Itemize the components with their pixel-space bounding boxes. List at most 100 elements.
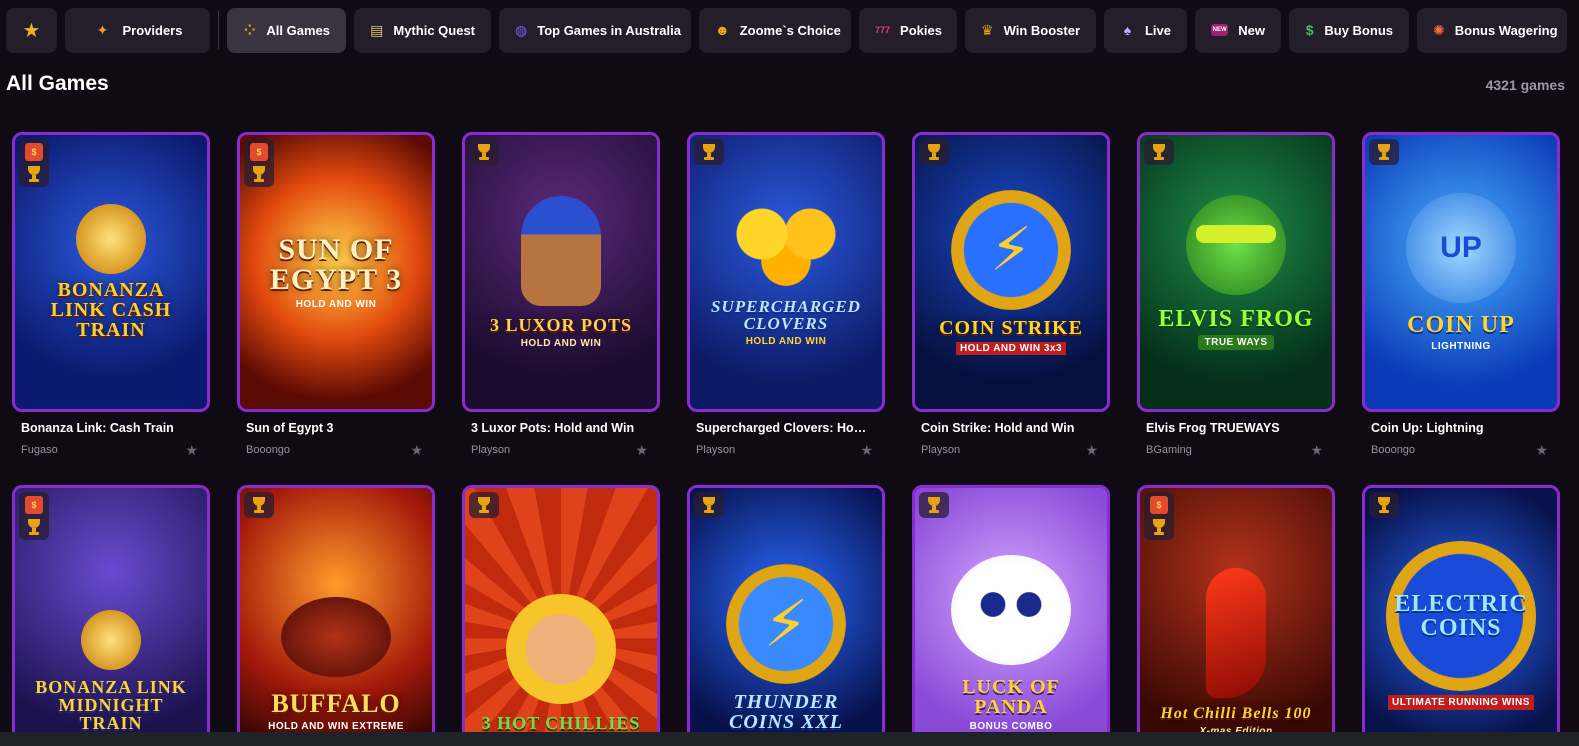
game-card[interactable]: BONANZA LINK MIDNIGHT TRAIN $ <box>12 485 210 746</box>
category-new[interactable]: NEW New <box>1195 7 1281 53</box>
trophy-icon <box>475 496 493 514</box>
game-card[interactable]: UP COIN UP LIGHTNING Coin Up: Lightning … <box>1362 132 1560 459</box>
game-card[interactable]: ⚡ THUNDER COINS XXL <box>687 485 885 746</box>
favorite-star-icon[interactable]: ★ <box>410 442 423 459</box>
game-badges <box>1369 139 1399 165</box>
game-thumbnail[interactable]: BUFFALO HOLD AND WIN EXTREME <box>237 485 435 746</box>
game-provider: Playson <box>921 444 961 456</box>
game-logo: LUCK OF PANDA <box>962 676 1060 718</box>
coin-art <box>76 204 146 274</box>
game-title[interactable]: Sun of Egypt 3 <box>237 421 417 435</box>
game-badges <box>694 139 724 165</box>
game-card[interactable]: ELECTRIC COINS ULTIMATE RUNNING WINS <box>1362 485 1560 746</box>
game-logo: SUN OF EGYPT 3 <box>269 232 403 296</box>
trophy-icon <box>925 143 943 161</box>
favorite-star-icon[interactable]: ★ <box>1085 442 1098 459</box>
game-logo-sub: HOLD AND WIN EXTREME <box>268 721 404 732</box>
coin-art <box>81 610 141 670</box>
game-card[interactable]: 3 HOT CHILLIES <box>462 485 660 746</box>
game-logo: COIN UP <box>1407 311 1515 338</box>
chilli-art <box>1206 568 1266 698</box>
game-thumbnail[interactable]: ⚡ COIN STRIKE HOLD AND WIN 3x3 <box>912 132 1110 412</box>
game-thumbnail[interactable]: LUCK OF PANDA BONUS COMBO <box>912 485 1110 746</box>
category-providers[interactable]: ✦ Providers <box>65 7 210 53</box>
scroll-icon: ▤ <box>370 21 384 38</box>
favorite-star-icon[interactable]: ★ <box>185 442 198 459</box>
game-logo: SUPERCHARGED CLOVERS <box>711 296 861 333</box>
game-thumbnail[interactable]: ELVIS FROG TRUE WAYS <box>1137 132 1335 412</box>
game-logo-sub: HOLD AND WIN <box>520 337 602 349</box>
games-count: 4321 games <box>1485 77 1565 93</box>
game-badges <box>469 139 499 165</box>
all-games-icon: ⁘ <box>243 21 256 38</box>
game-badges <box>244 492 274 518</box>
game-thumbnail[interactable]: BONANZA LINK CASH TRAIN $ <box>12 132 210 412</box>
game-card[interactable]: SUPERCHARGED CLOVERS HOLD AND WIN Superc… <box>687 132 885 459</box>
game-card[interactable]: BUFFALO HOLD AND WIN EXTREME <box>237 485 435 746</box>
category-top-australia[interactable]: ◍ Top Games in Australia <box>499 7 691 53</box>
slot-777-icon: 777 <box>875 25 891 35</box>
game-thumbnail[interactable]: ⚡ THUNDER COINS XXL <box>687 485 885 746</box>
game-title[interactable]: 3 Luxor Pots: Hold and Win <box>462 421 642 435</box>
trophy-icon <box>700 496 718 514</box>
category-buy-bonus[interactable]: $ Buy Bonus <box>1289 7 1409 53</box>
game-thumbnail[interactable]: SUN OF EGYPT 3 HOLD AND WIN $ <box>237 132 435 412</box>
game-card[interactable]: SUN OF EGYPT 3 HOLD AND WIN $ Sun of Egy… <box>237 132 435 459</box>
category-win-booster[interactable]: ♛ Win Booster <box>965 7 1096 53</box>
panda-art <box>951 555 1071 665</box>
lightning-coin-art: ⚡ <box>951 189 1071 310</box>
game-card[interactable]: LUCK OF PANDA BONUS COMBO <box>912 485 1110 746</box>
game-thumbnail[interactable]: SUPERCHARGED CLOVERS HOLD AND WIN <box>687 132 885 412</box>
trophy-icon <box>25 518 43 536</box>
bonus-icon: ✺ <box>1433 21 1445 38</box>
game-thumbnail[interactable]: UP COIN UP LIGHTNING <box>1362 132 1560 412</box>
game-badges <box>469 492 499 518</box>
favorite-star-icon[interactable]: ★ <box>1310 442 1323 459</box>
game-thumbnail[interactable]: ELECTRIC COINS ULTIMATE RUNNING WINS <box>1362 485 1560 746</box>
game-logo-sub: ULTIMATE RUNNING WINS <box>1388 694 1534 710</box>
game-card[interactable]: ⚡ COIN STRIKE HOLD AND WIN 3x3 Coin Stri… <box>912 132 1110 459</box>
game-card[interactable]: BONANZA LINK CASH TRAIN $ Bonanza Link: … <box>12 132 210 459</box>
game-card[interactable]: ELVIS FROG TRUE WAYS Elvis Frog TRUEWAYS… <box>1137 132 1335 459</box>
gift-icon: $ <box>250 143 268 161</box>
game-logo-sub: HOLD AND WIN <box>745 335 827 347</box>
category-zoomes-choice[interactable]: ☻ Zoome`s Choice <box>699 7 851 53</box>
category-live[interactable]: ♠ Live <box>1104 7 1187 53</box>
game-provider: Fugaso <box>21 444 58 456</box>
game-title[interactable]: Coin Up: Lightning <box>1362 421 1542 435</box>
category-pokies[interactable]: 777 Pokies <box>859 7 957 53</box>
game-thumbnail[interactable]: 3 LUXOR POTS HOLD AND WIN <box>462 132 660 412</box>
game-thumbnail[interactable]: 3 HOT CHILLIES <box>462 485 660 746</box>
trophy-icon: ♛ <box>981 21 994 38</box>
game-title[interactable]: Supercharged Clovers: Hold ... <box>687 421 867 435</box>
game-thumbnail[interactable]: BONANZA LINK MIDNIGHT TRAIN $ <box>12 485 210 746</box>
frog-art <box>1186 194 1286 295</box>
favorite-star-icon[interactable]: ★ <box>1535 442 1548 459</box>
game-logo: BONANZA LINK CASH TRAIN <box>50 279 172 341</box>
game-card[interactable]: 3 LUXOR POTS HOLD AND WIN 3 Luxor Pots: … <box>462 132 660 459</box>
game-logo: 3 LUXOR POTS <box>489 314 633 335</box>
game-logo: ELECTRIC COINS <box>1394 590 1528 641</box>
pharaoh-art <box>521 195 601 306</box>
favorites-button[interactable]: ★ <box>6 7 57 53</box>
game-title[interactable]: Coin Strike: Hold and Win <box>912 421 1092 435</box>
favorite-star-icon[interactable]: ★ <box>635 442 648 459</box>
game-provider: Booongo <box>1371 444 1416 456</box>
favorite-star-icon[interactable]: ★ <box>860 442 873 459</box>
game-badges <box>694 492 724 518</box>
game-card[interactable]: Hot Chilli Bells 100 X-mas Edition $ <box>1137 485 1335 746</box>
game-title[interactable]: Bonanza Link: Cash Train <box>12 421 192 435</box>
game-thumbnail[interactable]: Hot Chilli Bells 100 X-mas Edition $ <box>1137 485 1335 746</box>
money-bag-icon: $ <box>1305 22 1314 38</box>
category-all-games[interactable]: ⁘ All Games <box>227 7 346 53</box>
category-bonus-wagering[interactable]: ✺ Bonus Wagering <box>1417 7 1567 53</box>
trophy-icon <box>25 165 43 183</box>
game-logo: BONANZA LINK MIDNIGHT TRAIN <box>35 677 187 733</box>
game-logo: COIN STRIKE <box>939 316 1083 339</box>
game-badges <box>1144 139 1174 165</box>
trophy-icon <box>475 143 493 161</box>
mexican-man-art <box>506 594 616 704</box>
category-mythic-quest[interactable]: ▤ Mythic Quest <box>354 7 491 53</box>
providers-icon: ✦ <box>96 21 109 38</box>
game-title[interactable]: Elvis Frog TRUEWAYS <box>1137 421 1317 435</box>
